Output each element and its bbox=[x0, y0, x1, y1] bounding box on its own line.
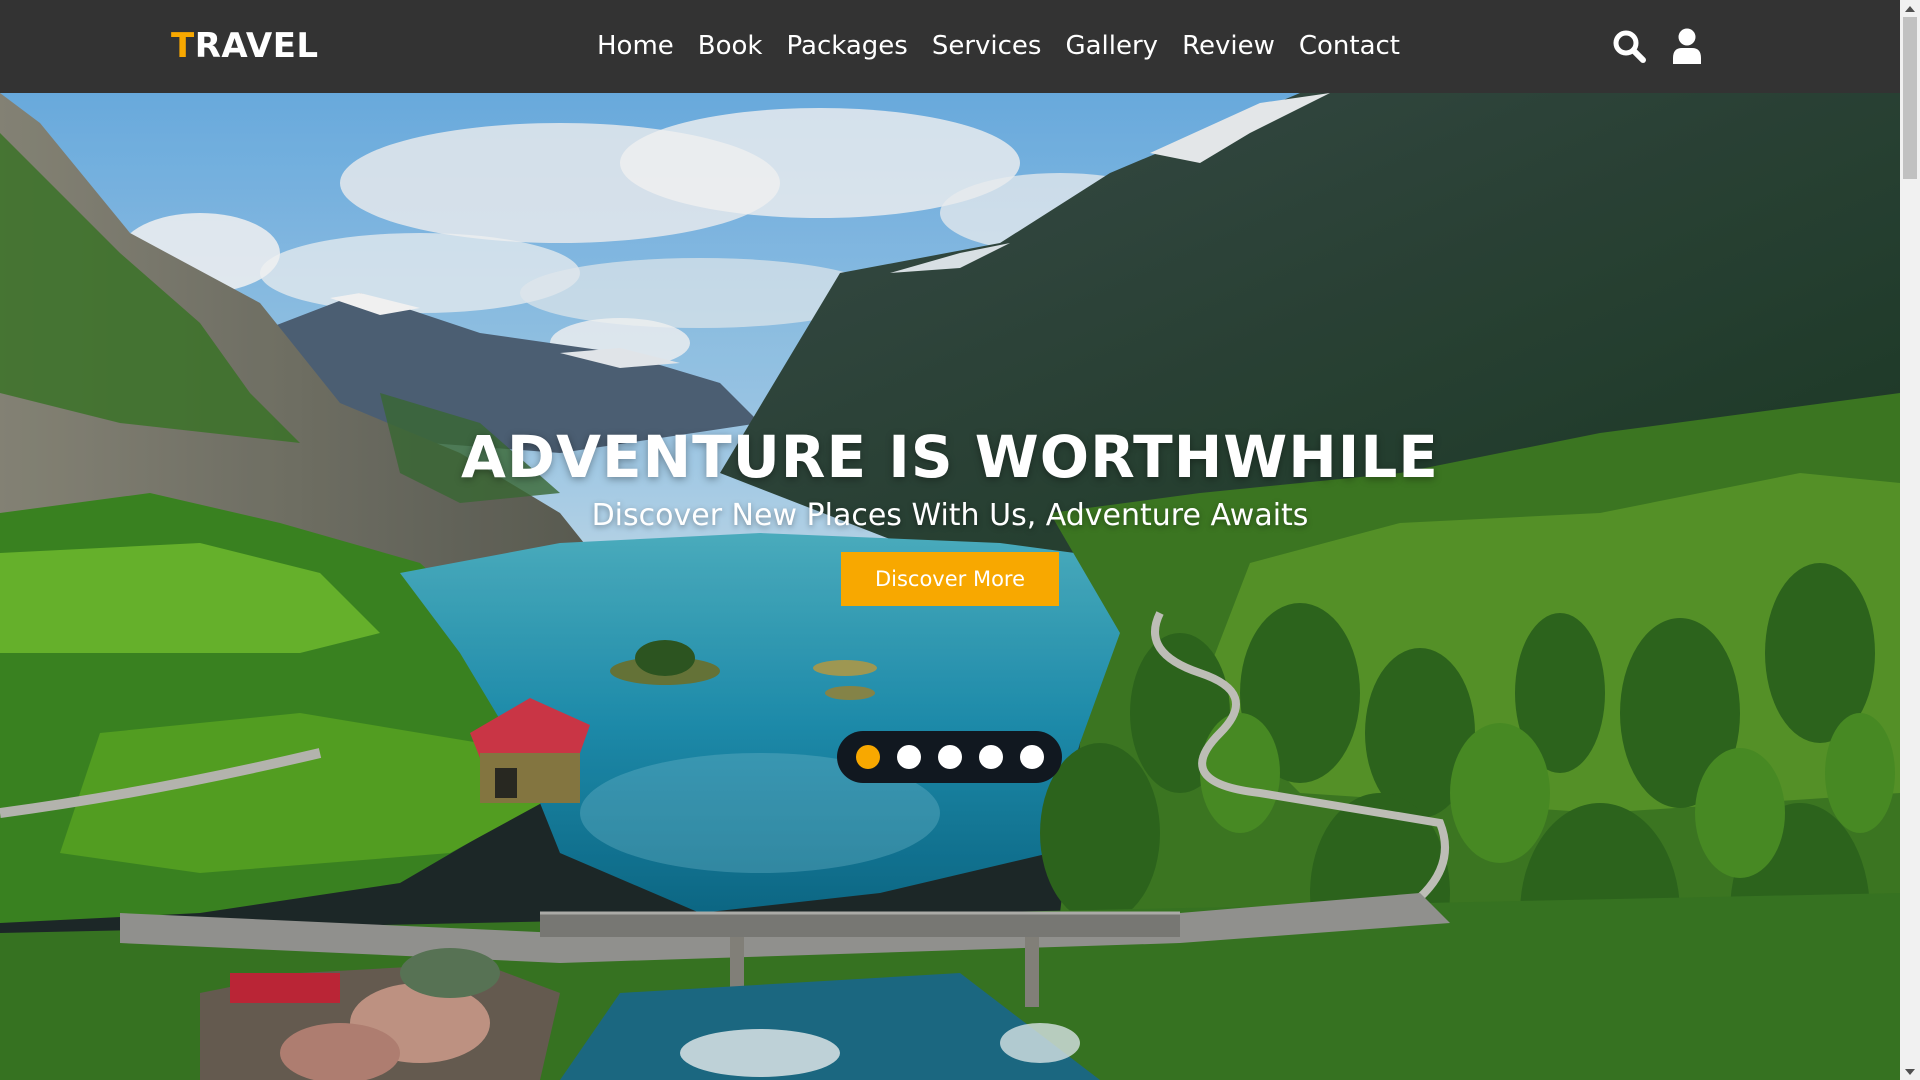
hero-title: ADVENTURE IS WORTHWHILE bbox=[461, 423, 1439, 491]
search-icon[interactable] bbox=[1612, 28, 1646, 64]
nav-link-home[interactable]: Home bbox=[597, 28, 674, 64]
nav-link-services[interactable]: Services bbox=[932, 28, 1042, 64]
slider-dot-5[interactable] bbox=[1019, 745, 1044, 769]
scrollbar-thumb[interactable] bbox=[1903, 17, 1917, 179]
nav-link-book[interactable]: Book bbox=[698, 28, 763, 64]
logo[interactable]: TRAVEL bbox=[171, 26, 319, 66]
slider-dot-4[interactable] bbox=[978, 745, 1003, 769]
logo-first-letter: T bbox=[171, 26, 195, 66]
nav-link-packages[interactable]: Packages bbox=[787, 28, 908, 64]
user-icon[interactable] bbox=[1670, 28, 1704, 64]
nav-links: Home Book Packages Services Gallery Revi… bbox=[597, 28, 1400, 64]
slider-dot-1[interactable] bbox=[855, 745, 880, 769]
hero-section: ADVENTURE IS WORTHWHILE Discover New Pla… bbox=[0, 93, 1900, 1080]
discover-more-button[interactable]: Discover More bbox=[841, 552, 1059, 606]
vertical-scrollbar[interactable] bbox=[1900, 0, 1920, 1080]
slider-dot-3[interactable] bbox=[937, 745, 962, 769]
hero-subtitle: Discover New Places With Us, Adventure A… bbox=[591, 498, 1309, 533]
nav-link-gallery[interactable]: Gallery bbox=[1065, 28, 1158, 64]
scroll-down-arrow-icon[interactable] bbox=[1900, 1063, 1920, 1080]
slider-dots bbox=[837, 731, 1062, 783]
nav-icons bbox=[1612, 28, 1704, 64]
scroll-up-arrow-icon[interactable] bbox=[1900, 0, 1920, 17]
page: TRAVEL Home Book Packages Services Galle… bbox=[0, 0, 1920, 1080]
nav-link-contact[interactable]: Contact bbox=[1299, 28, 1400, 64]
nav-link-review[interactable]: Review bbox=[1182, 28, 1275, 64]
navbar: TRAVEL Home Book Packages Services Galle… bbox=[0, 0, 1900, 93]
slider-dot-2[interactable] bbox=[896, 745, 921, 769]
logo-rest: RAVEL bbox=[194, 26, 319, 66]
